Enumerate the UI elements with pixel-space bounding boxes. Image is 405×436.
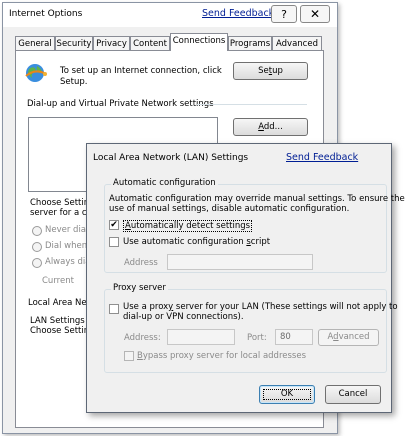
config-script-label: Use automatic configuration script [123,237,271,247]
dial-whenever-radio[interactable] [32,242,42,252]
add-button-label: Add... [258,122,283,132]
tab-privacy[interactable]: Privacy [93,36,130,50]
close-button[interactable]: ✕ [300,5,330,23]
add-vpn-button[interactable]: Add... [233,118,308,136]
proxy-address-label: Address: [124,333,161,343]
tab-connections[interactable]: Connections [170,33,228,51]
advanced-button-label: Advanced [327,332,370,342]
script-address-label: Address [124,258,158,268]
tab-general[interactable]: General [15,36,55,50]
setup-description-line-1: To set up an Internet connection, click [60,66,222,76]
cancel-button[interactable]: Cancel [325,385,381,404]
auto-config-description-1: Automatic configuration may override man… [109,194,405,204]
bypass-local-label: Bypass proxy server for local addresses [137,351,306,361]
lan-settings-description-1: LAN Settings d [30,316,93,326]
cancel-button-label: Cancel [338,389,368,399]
advanced-proxy-button[interactable]: Advanced [318,329,379,346]
vpn-separator [197,104,307,105]
auto-config-description-2: use of manual settings, disable automati… [109,204,350,214]
proxy-address-field[interactable] [167,329,235,345]
script-address-field[interactable] [167,254,313,270]
internet-options-title: Internet Options [9,9,83,19]
close-icon: ✕ [309,7,321,21]
ok-focus-ring [263,389,311,400]
auto-detect-label: Automatically detect settings [123,220,253,232]
choose-settings-text: Choose Setting [30,198,95,208]
tab-programs[interactable]: Programs [228,36,272,50]
help-button[interactable]: ? [271,5,297,23]
setup-button-label: Setup [258,66,283,76]
lan-send-feedback-link[interactable]: Send Feedback [286,152,358,163]
automatic-configuration-title: Automatic configuration [111,178,218,188]
never-dial-radio[interactable] [32,226,42,236]
proxy-port-label: Port: [247,333,267,343]
use-proxy-checkbox[interactable] [109,304,119,314]
tab-security[interactable]: Security [55,36,93,50]
proxy-port-field[interactable]: 80 [275,329,313,345]
vpn-settings-heading: Dial-up and Virtual Private Network sett… [27,99,214,109]
ok-button[interactable]: OK [259,385,315,404]
use-proxy-label-1: Use a proxy server for your LAN (These s… [123,302,398,312]
send-feedback-link[interactable]: Send Feedback [202,8,274,19]
tab-content[interactable]: Content [130,36,170,50]
lan-dialog-title: Local Area Network (LAN) Settings [93,153,249,163]
setup-description-line-2: Setup. [60,77,88,87]
setup-button[interactable]: Setup [233,62,308,80]
tab-advanced[interactable]: Advanced [272,36,322,50]
proxy-server-text: server for a co [30,208,92,218]
bypass-local-checkbox[interactable] [124,351,134,361]
lan-settings-description-2: Choose Settin [30,326,90,336]
help-icon: ? [281,8,287,21]
globe-network-icon [25,64,47,82]
proxy-server-title: Proxy server [111,283,168,293]
config-script-checkbox[interactable] [109,237,119,247]
lan-dialog-titlebar: Local Area Network (LAN) Settings Send F… [87,144,391,168]
current-connection-label: Current [42,276,74,286]
auto-detect-checkbox[interactable]: ✔ [109,220,119,230]
never-dial-label: Never dial [45,225,89,235]
use-proxy-label-2: dial-up or VPN connections). [123,312,244,322]
always-dial-radio[interactable] [32,258,42,268]
internet-options-titlebar: Internet Options Send Feedback ? ✕ [3,3,337,27]
lan-settings-dialog: Local Area Network (LAN) Settings Send F… [86,143,405,413]
